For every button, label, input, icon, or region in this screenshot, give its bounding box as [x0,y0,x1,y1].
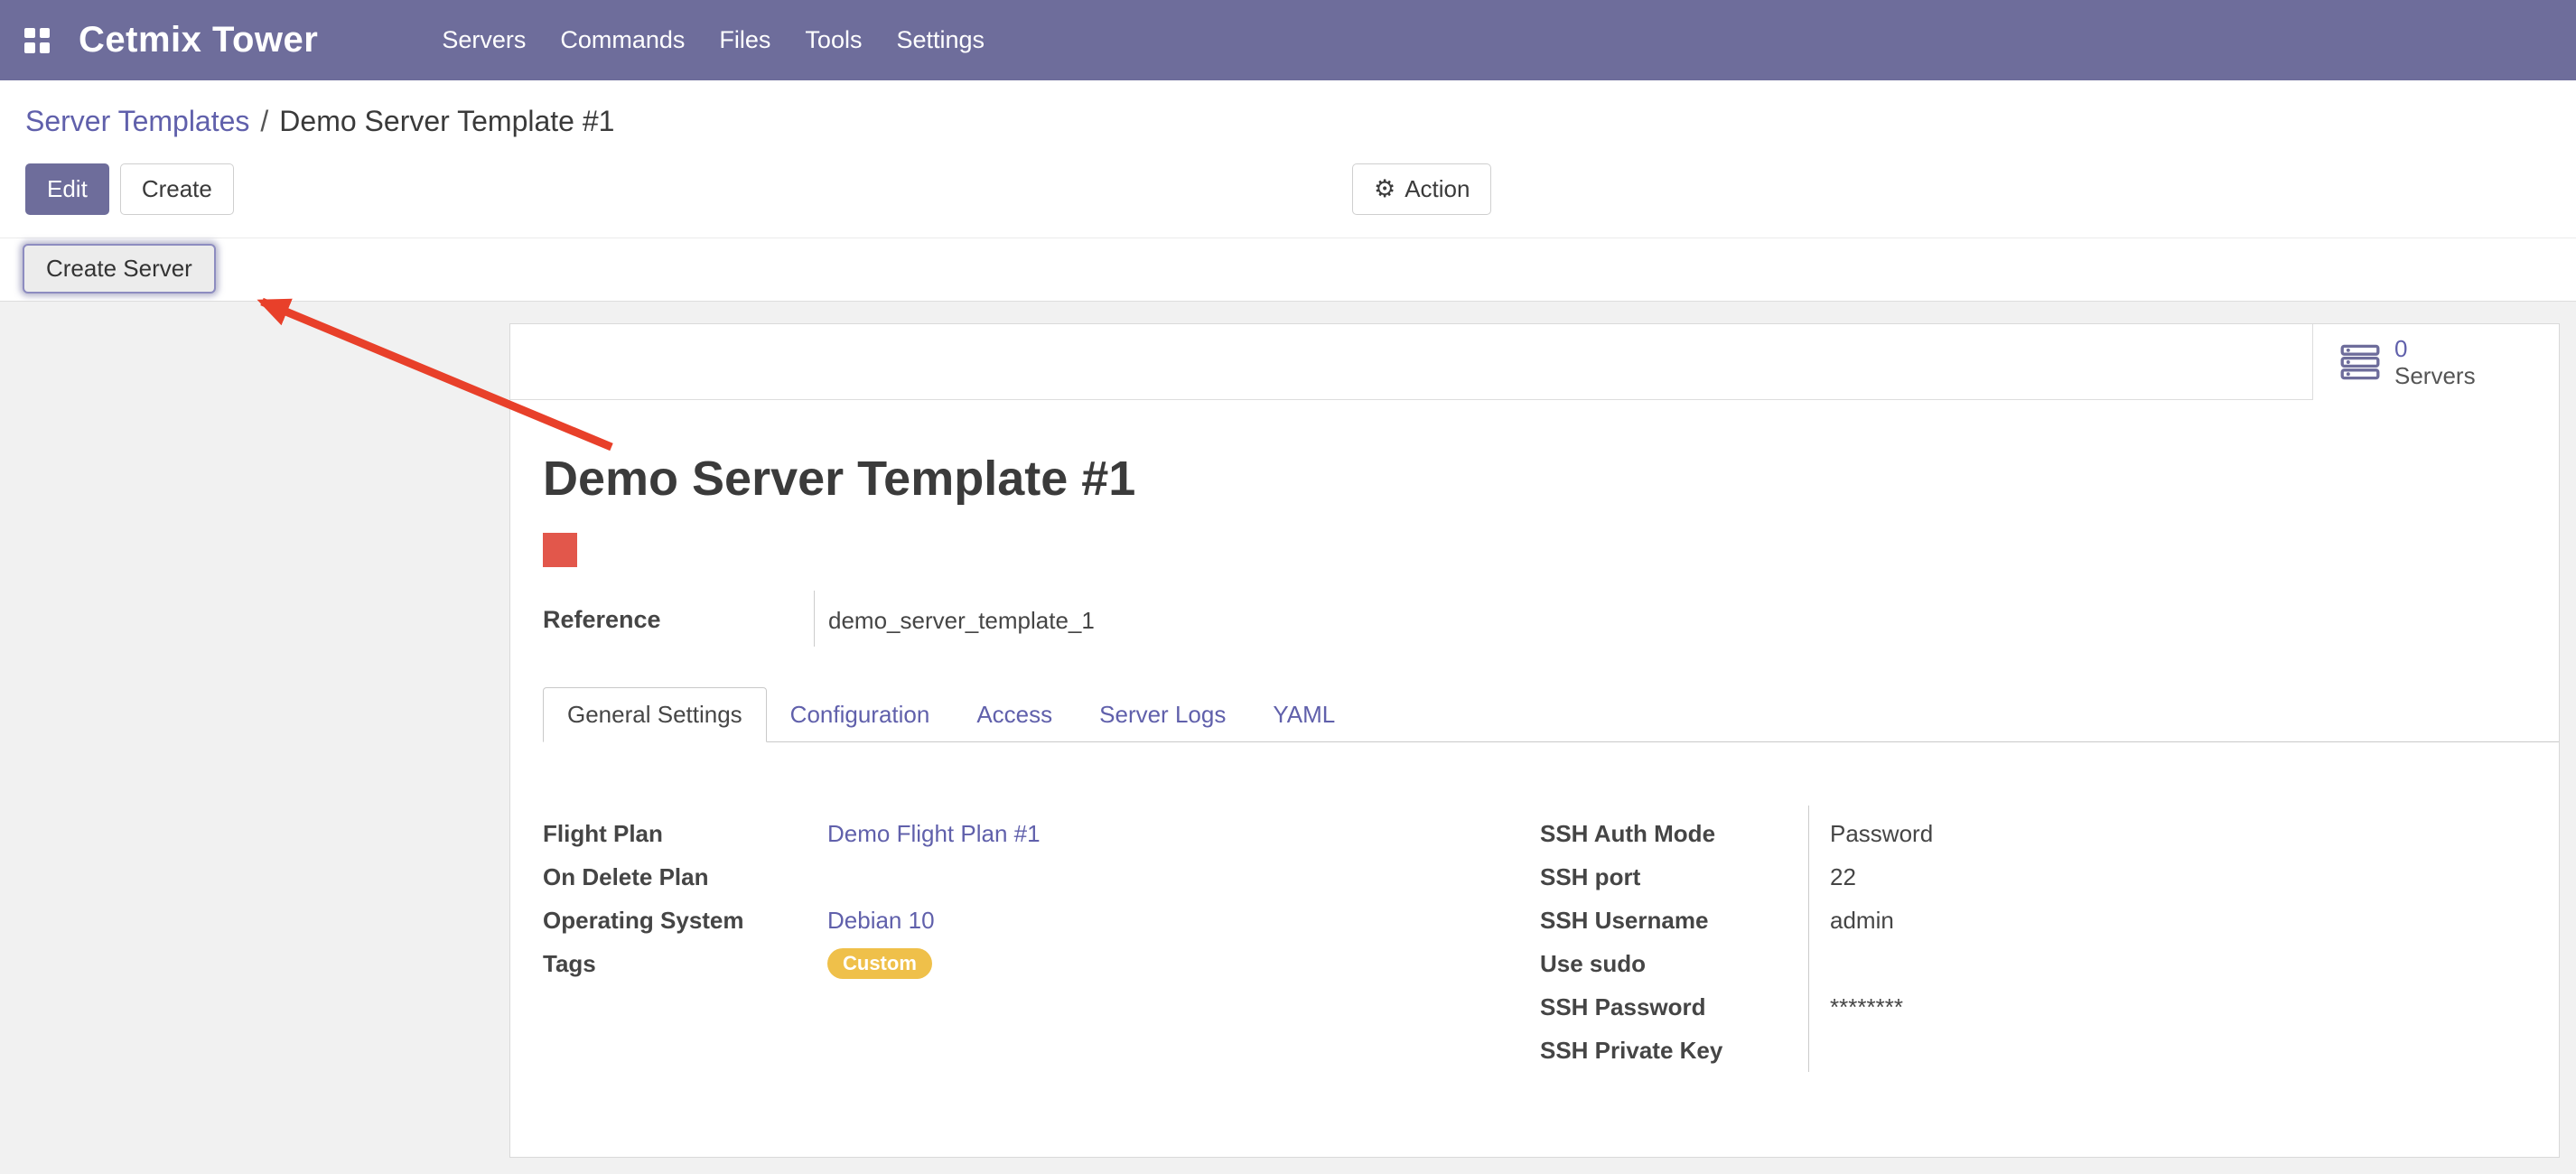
menu-settings[interactable]: Settings [879,26,1002,54]
field-group-right: SSH Auth Mode Password SSH port 22 SSH U… [1540,812,2443,1072]
record-title: Demo Server Template #1 [543,451,1135,507]
gear-icon: ⚙ [1374,177,1395,201]
operating-system-link[interactable]: Debian 10 [827,899,935,942]
menu-commands[interactable]: Commands [543,26,702,54]
reference-label: Reference [543,606,661,634]
field-row-ssh-password: SSH Password ******** [1540,985,2443,1029]
stat-count: 0 [2394,335,2476,362]
action-menu-label: Action [1405,175,1470,203]
breadcrumb-current: Demo Server Template #1 [279,105,614,137]
ssh-private-key-value [1808,1029,1830,1072]
servers-icon [2340,342,2380,382]
stat-label: Servers [2394,362,2476,389]
main-menu: Servers Commands Files Tools Settings [425,26,1002,54]
field-label: Use sudo [1540,942,1808,985]
edit-button[interactable]: Edit [25,163,109,215]
field-row-use-sudo: Use sudo [1540,942,2443,985]
ssh-auth-mode-value: Password [1808,812,1933,855]
record-color-swatch [543,533,577,567]
servers-stat-button[interactable]: 0 Servers [2312,324,2559,400]
field-label: Operating System [543,899,827,942]
field-row-on-delete-plan: On Delete Plan [543,855,1464,899]
tab-yaml[interactable]: YAML [1249,687,1358,741]
create-button[interactable]: Create [120,163,234,215]
field-row-ssh-port: SSH port 22 [1540,855,2443,899]
field-label: SSH Password [1540,985,1808,1029]
breadcrumb-separator: / [260,105,268,137]
form-header-buttons: Edit Create [25,163,234,215]
field-row-operating-system: Operating System Debian 10 [543,899,1464,942]
ssh-port-value: 22 [1808,855,1856,899]
tab-access[interactable]: Access [953,687,1076,741]
form-sheet: 0 Servers Demo Server Template #1 Refere… [509,323,2560,1158]
field-row-ssh-username: SSH Username admin [1540,899,2443,942]
notebook-tabs: General Settings Configuration Access Se… [543,687,2559,742]
ssh-password-value: ******** [1808,985,1903,1029]
ssh-username-value: admin [1808,899,1894,942]
field-label: SSH Private Key [1540,1029,1808,1072]
field-group-left: Flight Plan Demo Flight Plan #1 On Delet… [543,812,1464,985]
reference-value: demo_server_template_1 [828,607,1095,635]
create-server-button[interactable]: Create Server [23,244,216,294]
tab-server-logs[interactable]: Server Logs [1076,687,1249,741]
field-row-flight-plan: Flight Plan Demo Flight Plan #1 [543,812,1464,855]
use-sudo-value [1808,942,1830,985]
menu-tools[interactable]: Tools [788,26,879,54]
app-brand[interactable]: Cetmix Tower [79,20,318,61]
field-label: SSH port [1540,855,1808,899]
menu-files[interactable]: Files [702,26,788,54]
field-row-ssh-private-key: SSH Private Key [1540,1029,2443,1072]
action-menu-button[interactable]: ⚙ Action [1352,163,1491,215]
field-label: Tags [543,942,827,985]
field-label: SSH Username [1540,899,1808,942]
tab-configuration[interactable]: Configuration [767,687,954,741]
breadcrumb: Server Templates / Demo Server Template #1 [25,105,614,138]
stat-text: 0 Servers [2394,335,2476,389]
top-navbar: Cetmix Tower Servers Commands Files Tool… [0,0,2576,80]
field-label: On Delete Plan [543,855,827,899]
field-label: Flight Plan [543,812,827,855]
button-box: 0 Servers [510,324,2559,400]
tab-general-settings[interactable]: General Settings [543,687,767,742]
field-row-tags: Tags Custom [543,942,1464,985]
divider [814,591,815,647]
apps-menu-icon[interactable] [24,28,50,53]
field-row-ssh-auth-mode: SSH Auth Mode Password [1540,812,2443,855]
breadcrumb-parent-link[interactable]: Server Templates [25,105,249,137]
field-label: SSH Auth Mode [1540,812,1808,855]
tag-badge: Custom [827,948,932,979]
flight-plan-link[interactable]: Demo Flight Plan #1 [827,812,1041,855]
menu-servers[interactable]: Servers [425,26,543,54]
